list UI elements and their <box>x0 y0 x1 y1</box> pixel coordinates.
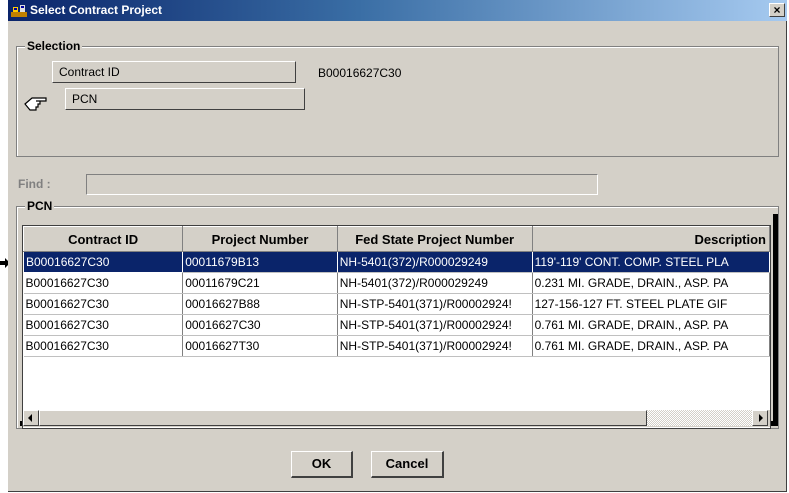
pcn-sort-button[interactable]: PCN <box>65 88 305 110</box>
pcn-grid[interactable]: Contract ID Project Number Fed State Pro… <box>22 225 771 429</box>
arrow-right-icon <box>759 414 763 422</box>
scroll-thumb[interactable] <box>39 410 647 426</box>
close-button[interactable]: × <box>769 3 785 17</box>
horizontal-scrollbar[interactable] <box>23 410 770 427</box>
cell-fed-state-project-number: NH-5401(372)/R000029249 <box>337 251 533 273</box>
cell-project-number: 00016627T30 <box>182 335 338 357</box>
table-header-row: Contract ID Project Number Fed State Pro… <box>23 226 770 252</box>
find-label: Find : <box>18 177 51 191</box>
column-header-project-number[interactable]: Project Number <box>182 226 338 252</box>
scroll-left-button[interactable] <box>23 410 39 426</box>
cell-contract-id: B00016627C30 <box>23 335 184 357</box>
table-row[interactable]: B00016627C30 00011679C21 NH-5401(372)/R0… <box>23 272 770 294</box>
cell-fed-state-project-number: NH-STP-5401(371)/R00002924! <box>337 335 533 357</box>
cell-project-number: 00011679C21 <box>182 272 338 294</box>
cell-contract-id: B00016627C30 <box>23 314 184 336</box>
cell-description: 0.761 MI. GRADE, DRAIN., ASP. PA <box>532 314 770 336</box>
scroll-right-button[interactable] <box>752 410 768 426</box>
select-contract-project-dialog: Select Contract Project × Selection Cont… <box>8 0 787 492</box>
cell-project-number: 00016627C30 <box>182 314 338 336</box>
cell-description: 127-156-127 FT. STEEL PLATE GIF <box>532 293 770 315</box>
cell-contract-id: B00016627C30 <box>23 251 184 273</box>
table-row[interactable]: B00016627C30 00016627T30 NH-STP-5401(371… <box>23 335 770 357</box>
cell-description: 0.231 MI. GRADE, DRAIN., ASP. PA <box>532 272 770 294</box>
app-icon <box>11 5 27 17</box>
table-row[interactable]: B00016627C30 00016627C30 NH-STP-5401(371… <box>23 314 770 336</box>
cell-description: 0.761 MI. GRADE, DRAIN., ASP. PA <box>532 335 770 357</box>
pcn-table: Contract ID Project Number Fed State Pro… <box>23 226 770 357</box>
table-row-selected[interactable]: B00016627C30 00011679B13 NH-5401(372)/R0… <box>23 251 770 273</box>
cell-fed-state-project-number: NH-5401(372)/R000029249 <box>337 272 533 294</box>
cancel-button[interactable]: Cancel <box>371 451 444 478</box>
selection-group-label: Selection <box>25 38 83 54</box>
find-input[interactable] <box>86 174 598 195</box>
scroll-track[interactable] <box>647 410 752 426</box>
cell-contract-id: B00016627C30 <box>23 293 184 315</box>
cell-description: 119'-119' CONT. COMP. STEEL PLA <box>532 251 770 273</box>
cell-fed-state-project-number: NH-STP-5401(371)/R00002924! <box>337 314 533 336</box>
column-header-fed-state-project-number[interactable]: Fed State Project Number <box>336 226 533 252</box>
window-title: Select Contract Project <box>30 3 163 17</box>
ok-button[interactable]: OK <box>291 451 353 478</box>
column-header-contract-id[interactable]: Contract ID <box>23 226 184 252</box>
column-header-description[interactable]: Description <box>531 226 770 252</box>
pcn-group-label: PCN <box>25 198 55 214</box>
pointing-hand-icon <box>24 97 47 111</box>
cell-project-number: 00016627B88 <box>182 293 338 315</box>
title-bar[interactable]: Select Contract Project × <box>8 0 787 21</box>
cell-contract-id: B00016627C30 <box>23 272 184 294</box>
arrow-left-icon <box>28 414 32 422</box>
cell-project-number: 00011679B13 <box>182 251 338 273</box>
table-row[interactable]: B00016627C30 00016627B88 NH-STP-5401(371… <box>23 293 770 315</box>
contract-id-value: B00016627C30 <box>318 66 402 80</box>
contract-id-sort-button[interactable]: Contract ID <box>52 61 296 83</box>
cell-fed-state-project-number: NH-STP-5401(371)/R00002924! <box>337 293 533 315</box>
